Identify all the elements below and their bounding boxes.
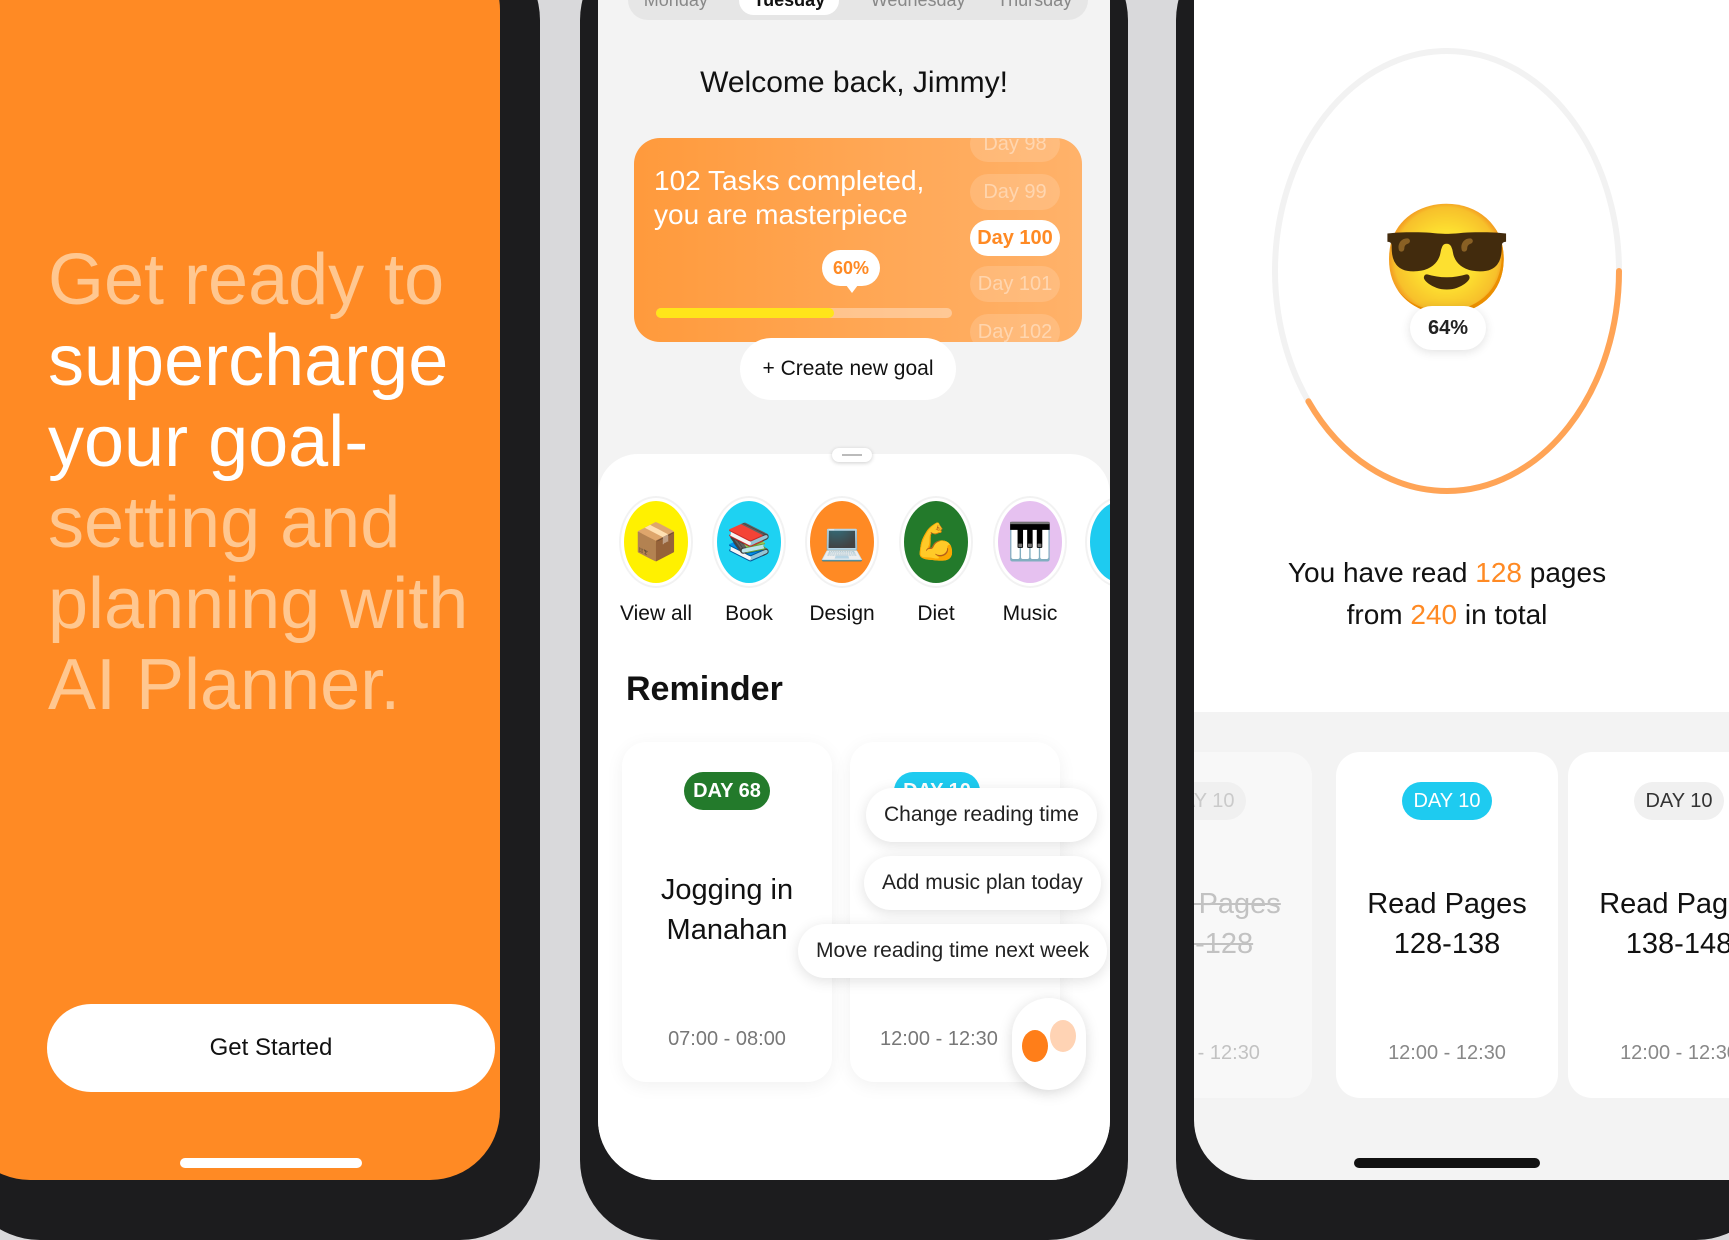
box-icon: 📦 <box>621 498 691 586</box>
category-design[interactable]: 💻 Design <box>796 498 888 626</box>
summary-text: pages <box>1522 557 1607 588</box>
books-icon: 📚 <box>714 498 784 586</box>
card-time: 12:00 - 12:30 <box>1194 1042 1260 1064</box>
create-new-goal-button[interactable]: + Create new goal <box>740 338 956 400</box>
phone-dashboard: Monday Tuesday Wednesday Thursday Welcom… <box>580 0 1128 1240</box>
headline-line: AI Planner. <box>48 645 401 725</box>
onboarding-headline: Get ready to supercharge your goal- sett… <box>48 240 500 726</box>
assistant-dot-icon <box>1022 1030 1048 1062</box>
weekday-selector: Monday Tuesday Wednesday Thursday <box>628 0 1088 20</box>
day-badge: DAY 10 <box>1402 782 1492 820</box>
day-pill[interactable]: Day 101 <box>970 266 1060 302</box>
laptop-icon: 💻 <box>807 498 877 586</box>
headline-line: planning with <box>48 564 469 644</box>
pages-read-value: 128 <box>1475 557 1522 588</box>
suggestion-add-music-plan[interactable]: Add music plan today <box>864 856 1101 910</box>
headline-line: your goal- <box>48 402 369 482</box>
sunglasses-emoji-icon: 😎 <box>1379 199 1515 320</box>
category-view-all[interactable]: 📦 View all <box>610 498 702 626</box>
home-indicator <box>1354 1158 1540 1168</box>
tab-day-active[interactable]: Tuesday <box>739 0 840 15</box>
phone-reading-progress: 😎 64% You have read 128 pages from 240 i… <box>1176 0 1729 1240</box>
category-label: Diet <box>917 602 955 625</box>
day-pill[interactable]: Day 99 <box>970 174 1060 210</box>
pages-total-value: 240 <box>1410 599 1458 630</box>
sheet-drag-handle[interactable] <box>832 448 872 462</box>
day-pill-selected[interactable]: Day 100 <box>970 220 1060 256</box>
category-music[interactable]: 🎹 Music <box>984 498 1076 626</box>
education-icon <box>1087 498 1110 586</box>
progress-track <box>656 308 952 318</box>
headline-line: setting and <box>48 483 401 563</box>
category-label: Ed <box>1076 602 1110 626</box>
category-label: Music <box>1002 602 1058 625</box>
tab-day[interactable]: Thursday <box>997 0 1072 11</box>
welcome-message: Welcome back, Jimmy! <box>700 66 1008 99</box>
suggestion-change-reading-time[interactable]: Change reading time <box>866 788 1097 842</box>
day-badge: DAY 68 <box>684 772 770 810</box>
goal-title: 102 Tasks completed, you are masterpiece <box>654 165 925 230</box>
reading-day-card[interactable]: DAY 10 Read Pages 138-148 12:00 - 12:30 <box>1568 752 1729 1098</box>
category-label: Design <box>809 602 875 625</box>
reminder-heading: Reminder <box>626 670 783 708</box>
suggestion-move-reading-time[interactable]: Move reading time next week <box>798 924 1108 978</box>
reading-day-card[interactable]: DAY 10 Read Pages 116-128 12:00 - 12:30 <box>1194 752 1312 1098</box>
day-pill[interactable]: Day 102 <box>970 314 1060 342</box>
goal-progress-card[interactable]: 102 Tasks completed, you are masterpiece… <box>634 138 1082 342</box>
tab-day[interactable]: Wednesday <box>871 0 966 11</box>
reminder-card[interactable]: DAY 68 Jogging in Manahan 07:00 - 08:00 <box>622 742 832 1082</box>
dashboard-screen: Monday Tuesday Wednesday Thursday Welcom… <box>598 0 1110 1180</box>
day-pill[interactable]: Day 98 <box>970 138 1060 162</box>
progress-fill <box>656 308 834 318</box>
headline-line: supercharge <box>48 321 449 401</box>
progress-percent-bubble: 60% <box>822 250 880 293</box>
category-book[interactable]: 📚 Book <box>703 498 795 626</box>
day-badge: DAY 10 <box>1194 782 1246 820</box>
phone-onboarding: Get ready to supercharge your goal- sett… <box>0 0 540 1240</box>
muscle-icon: 💪 <box>901 498 971 586</box>
category-ed[interactable]: Ed <box>1076 498 1110 626</box>
assistant-dot-icon <box>1050 1020 1076 1052</box>
category-label: Book <box>725 602 773 625</box>
reading-day-card-current[interactable]: DAY 10 Read Pages 128-138 12:00 - 12:30 <box>1336 752 1558 1098</box>
day-badge: DAY 10 <box>1634 782 1724 820</box>
pages-read-summary: You have read 128 pages from 240 in tota… <box>1194 552 1700 636</box>
card-time: 12:00 - 12:30 <box>1620 1042 1729 1064</box>
onboarding-screen: Get ready to supercharge your goal- sett… <box>0 0 500 1180</box>
reminder-time: 07:00 - 08:00 <box>668 1028 786 1050</box>
piano-icon: 🎹 <box>995 498 1065 586</box>
get-started-button[interactable]: Get Started <box>47 1004 495 1092</box>
home-indicator <box>180 1158 362 1168</box>
card-title: Read Pages 116-128 <box>1194 888 1281 960</box>
card-title: Read Pages 138-148 <box>1599 888 1729 960</box>
card-time: 12:00 - 12:30 <box>1388 1042 1506 1064</box>
summary-text: from <box>1346 599 1411 630</box>
card-title: Read Pages 128-138 <box>1367 888 1527 960</box>
category-diet[interactable]: 💪 Diet <box>890 498 982 626</box>
tab-day[interactable]: Monday <box>644 0 708 11</box>
summary-text: You have read <box>1287 557 1476 588</box>
reading-progress-screen: 😎 64% You have read 128 pages from 240 i… <box>1194 0 1729 1180</box>
summary-text: in total <box>1457 599 1548 630</box>
reminder-time: 12:00 - 12:30 <box>880 1028 998 1050</box>
progress-percent-badge: 64% <box>1410 306 1486 350</box>
category-label: View all <box>620 602 692 625</box>
headline-line: Get ready to <box>48 240 445 320</box>
ai-assistant-button[interactable] <box>1012 998 1086 1090</box>
